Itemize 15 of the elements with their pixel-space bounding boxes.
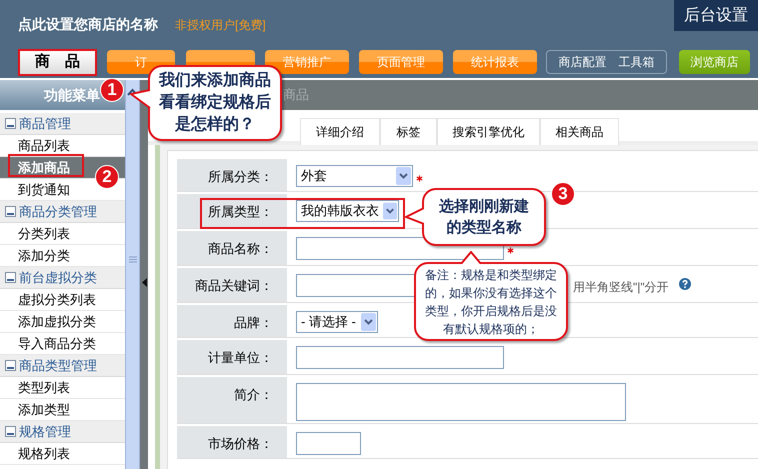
field-label: 商品名称： — [208, 240, 273, 258]
menu-title: 功能菜单 — [44, 86, 100, 104]
breadcrumb: 商品 — [283, 86, 309, 104]
field-label: 简介： — [234, 386, 273, 404]
field-label: 品牌： — [234, 314, 273, 332]
field-hint: 用半角竖线"|"分开 — [573, 279, 669, 296]
field-label: 商品关键词： — [195, 277, 273, 295]
callout-tooltip: 选择刚刚新建的类型名称 — [422, 188, 546, 246]
field-label: 计量单位： — [208, 349, 273, 367]
field-label: 所属分类： — [208, 168, 273, 186]
license-status: 非授权用户[免费] — [175, 17, 266, 34]
field-label: 所属类型： — [208, 203, 273, 221]
field-label: 市场价格： — [208, 435, 273, 453]
callout-tooltip: 备注：规格是和类型绑定的，如果你没有选择这个类型，你开启规格后是没有默认规格项的； — [414, 262, 568, 341]
callout-tooltip: 我们来添加商品看看绑定规格后是怎样的？ — [148, 65, 282, 141]
